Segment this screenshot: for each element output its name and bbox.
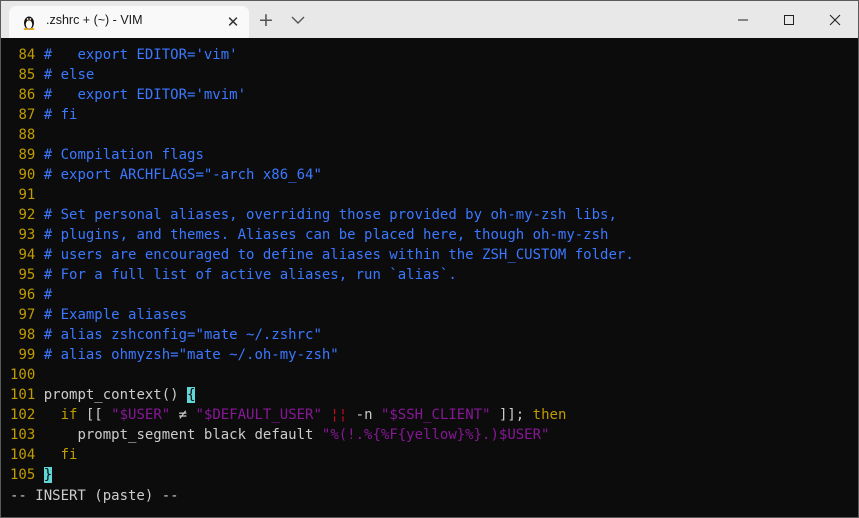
code-line: 88 [10,125,44,145]
line-number: 91 [18,187,36,203]
comment-text: # Compilation flags [43,147,204,163]
code-line: 95 # For a full list of active aliases, … [10,265,457,285]
code-line: 94 # users are encouraged to define alia… [10,245,634,265]
code-line: 97 # Example aliases [10,305,187,325]
code-line: 85 # else [10,65,94,85]
line-number: 87 [18,107,36,123]
line-number: 84 [18,47,36,63]
code-line-103: 103 prompt_segment black default "%(!.%{… [10,425,549,445]
line-number: 105 [10,467,36,483]
comment-text: # plugins, and themes. Aliases can be pl… [43,227,609,243]
line-number: 104 [10,447,36,463]
matching-brace: } [43,467,53,483]
line-number: 85 [18,67,36,83]
comment-text: # fi [43,107,78,123]
maximize-button[interactable] [766,1,812,38]
comment-text: # export EDITOR='vim' [43,47,238,63]
keyword-if: if [60,407,78,423]
code-line: 90 # export ARCHFLAGS="-arch x86_64" [10,165,322,185]
line-number: 98 [18,327,36,343]
comment-text: # alias zshconfig="mate ~/.zshrc" [43,327,322,343]
line-number: 94 [18,247,36,263]
code-text: -n [355,407,381,423]
code-text: prompt_segment black default [77,427,322,443]
comment-text: # alias ohmyzsh="mate ~/.oh-my-zsh" [43,347,339,363]
line-number: 92 [18,207,36,223]
new-tab-button[interactable]: + [256,9,276,31]
comment-text: # [43,287,53,303]
line-number: 101 [10,387,36,403]
code-line-101: 101 prompt_context() { [10,385,196,405]
comment-text: # else [43,67,95,83]
comment-text: # users are encouraged to define aliases… [43,247,634,263]
string-literal: "$SSH_CLIENT" [380,407,491,423]
title-bar: .zshrc + (~) - VIM ✕ + [1,1,858,38]
string-literal: "%(!.%{%F{yellow}%}.)$USER" [321,427,550,443]
comment-text: # Set personal aliases, overriding those… [43,207,617,223]
code-text: ]]; [490,407,533,423]
code-line: 98 # alias zshconfig="mate ~/.zshrc" [10,325,322,345]
line-number: 103 [10,427,36,443]
vim-editor[interactable]: 84 # export EDITOR='vim' 85 # else 86 # … [1,38,858,517]
comment-text: # export ARCHFLAGS="-arch x86_64" [43,167,322,183]
comment-text: # export EDITOR='mvim' [43,87,247,103]
code-line-105: 105 } [10,465,53,485]
keyword-then: then [532,407,567,423]
line-number: 93 [18,227,36,243]
code-line: 100 [10,365,44,385]
comment-text: # Example aliases [43,307,188,323]
code-line: 99 # alias ohmyzsh="mate ~/.oh-my-zsh" [10,345,339,365]
tab-vim[interactable]: .zshrc + (~) - VIM ✕ [9,6,249,38]
string-literal: "$USER" [111,407,171,423]
operator-or: ¦¦ [321,407,356,423]
line-number: 100 [10,367,36,383]
terminal-window: .zshrc + (~) - VIM ✕ + 84 # export EDITO… [0,0,859,518]
text-cursor: { [187,387,196,403]
line-number: 102 [10,407,36,423]
tab-title: .zshrc + (~) - VIM [46,13,143,27]
close-window-button[interactable] [812,1,858,38]
vim-mode-status: -- INSERT (paste) -- [10,488,179,504]
comment-text: # For a full list of active aliases, run… [43,267,457,283]
minimize-button[interactable] [720,1,766,38]
function-def: prompt_context() [43,387,188,403]
code-line: 96 # [10,285,52,305]
line-number: 88 [18,127,36,143]
line-number: 89 [18,147,36,163]
line-number: 99 [18,347,36,363]
line-number: 97 [18,307,36,323]
close-tab-icon[interactable]: ✕ [224,13,242,31]
code-line: 89 # Compilation flags [10,145,204,165]
operator-ne: ≠ [170,407,196,423]
linux-penguin-icon [21,14,37,30]
line-number: 96 [18,287,36,303]
code-line: 93 # plugins, and themes. Aliases can be… [10,225,608,245]
line-number: 95 [18,267,36,283]
code-line: 87 # fi [10,105,77,125]
line-number: 86 [18,87,36,103]
string-literal: "$DEFAULT_USER" [195,407,322,423]
code-line: 92 # Set personal aliases, overriding th… [10,205,617,225]
code-line-102: 102 if [[ "$USER" ≠ "$DEFAULT_USER" ¦¦ -… [10,405,566,425]
chevron-down-icon[interactable] [289,10,307,30]
code-line: 86 # export EDITOR='mvim' [10,85,246,105]
code-line: 91 [10,185,44,205]
line-number: 90 [18,167,36,183]
keyword-fi: fi [60,447,78,463]
code-line-104: 104 fi [10,445,77,465]
code-line: 84 # export EDITOR='vim' [10,45,238,65]
code-text: [[ [77,407,112,423]
